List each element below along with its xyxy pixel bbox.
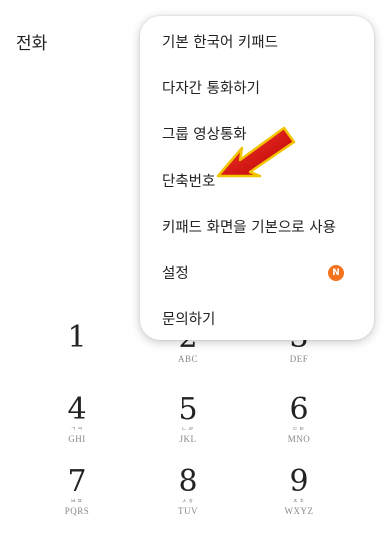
key-hangul: ㄱㅋ — [70, 426, 84, 433]
key-5[interactable]: 5 ㄴㄹ JKL — [148, 394, 228, 464]
menu-item-label: 키패드 화면을 기본으로 사용 — [162, 219, 336, 236]
menu-item-label: 기본 한국어 키패드 — [162, 34, 278, 51]
key-digit: 9 — [289, 464, 309, 499]
key-6[interactable]: 6 ㄷㅌ MNO — [259, 394, 339, 464]
menu-item-group-video-call[interactable]: 그룹 영상통화 — [140, 111, 374, 157]
key-digit: 6 — [289, 392, 309, 427]
key-letters: WXYZ — [284, 506, 314, 516]
menu-item-label: 다자간 통화하기 — [162, 80, 260, 97]
key-hangul: ㄷㅌ — [292, 426, 306, 433]
key-letters: PQRS — [64, 506, 90, 516]
key-9[interactable]: 9 ㅈㅊ WXYZ — [259, 466, 339, 536]
key-hangul: ㅈㅊ — [292, 498, 306, 505]
key-digit: 5 — [178, 392, 198, 427]
key-4[interactable]: 4 ㄱㅋ GHI — [37, 394, 117, 464]
menu-item-label: 단축번호 — [162, 173, 216, 190]
menu-item-conference-call[interactable]: 다자간 통화하기 — [140, 64, 374, 110]
key-hangul: ㅂㅍ — [70, 498, 84, 505]
phone-screen: 전화 1 2 ABC 3 DEF 4 ㄱㅋ GHI 5 ㄴㄹ JKL 6 — [0, 0, 387, 556]
key-digit: 8 — [178, 464, 198, 499]
menu-item-label: 그룹 영상통화 — [162, 127, 247, 144]
key-letters: JKL — [179, 434, 197, 444]
page-title: 전화 — [16, 34, 48, 54]
menu-item-settings[interactable]: 설정 N — [140, 249, 374, 295]
key-letters: GHI — [68, 434, 86, 444]
menu-item-speed-dial[interactable]: 단축번호 — [140, 157, 374, 203]
key-letters: ABC — [177, 354, 198, 364]
key-letters: TUV — [178, 506, 198, 516]
key-1[interactable]: 1 — [37, 322, 117, 392]
menu-item-label: 설정 — [162, 266, 189, 283]
new-badge: N — [328, 264, 344, 281]
key-8[interactable]: 8 ㅅㅎ TUV — [148, 466, 228, 536]
key-letters: MNO — [287, 434, 311, 444]
key-digit: 7 — [67, 464, 87, 499]
menu-item-label: 문의하기 — [162, 312, 216, 329]
key-letters: DEF — [289, 354, 309, 364]
overflow-menu: 기본 한국어 키패드 다자간 통화하기 그룹 영상통화 단축번호 키패드 화면을… — [140, 16, 374, 340]
key-hangul: ㅅㅎ — [181, 498, 195, 505]
key-7[interactable]: 7 ㅂㅍ PQRS — [37, 466, 117, 536]
menu-item-keypad-default[interactable]: 키패드 화면을 기본으로 사용 — [140, 203, 374, 249]
key-digit: 1 — [67, 320, 87, 355]
menu-item-contact-us[interactable]: 문의하기 — [140, 296, 374, 342]
key-digit: 4 — [67, 392, 87, 427]
menu-item-korean-keypad[interactable]: 기본 한국어 키패드 — [140, 18, 374, 64]
key-hangul: ㄴㄹ — [181, 426, 195, 433]
